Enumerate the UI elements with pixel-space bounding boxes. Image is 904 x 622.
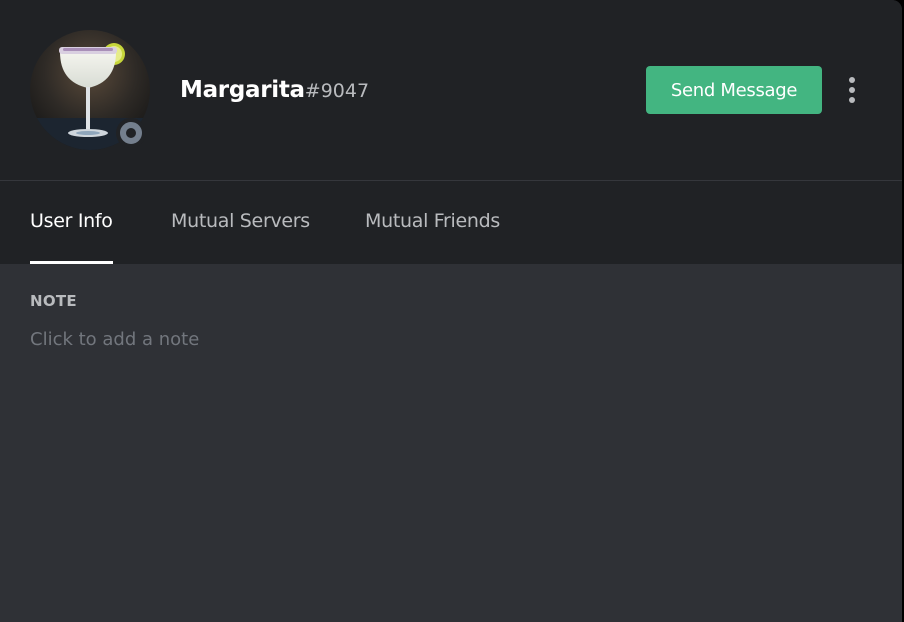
note-input[interactable] (26, 324, 506, 354)
avatar-container[interactable] (30, 30, 150, 150)
note-title: NOTE (30, 292, 77, 310)
more-vertical-icon[interactable] (838, 74, 866, 106)
username: Margarita (180, 77, 305, 103)
more-dot (849, 77, 855, 83)
profile-header: Margarita#9047 Send Message (0, 0, 902, 180)
tab-user-info[interactable]: User Info (30, 181, 113, 264)
status-ring (120, 122, 142, 144)
offline-status-icon (116, 118, 146, 148)
more-dot (849, 97, 855, 103)
tab-mutual-friends[interactable]: Mutual Friends (365, 181, 500, 264)
username-line: Margarita#9047 (180, 74, 369, 108)
send-message-button[interactable]: Send Message (646, 66, 822, 114)
profile-body: NOTE (0, 264, 902, 622)
tab-mutual-servers[interactable]: Mutual Servers (171, 181, 310, 264)
profile-tabs: User Info Mutual Servers Mutual Friends (0, 181, 902, 264)
more-dot (849, 87, 855, 93)
user-profile-modal: Margarita#9047 Send Message User Info Mu… (0, 0, 902, 622)
discriminator: #9047 (304, 80, 370, 102)
